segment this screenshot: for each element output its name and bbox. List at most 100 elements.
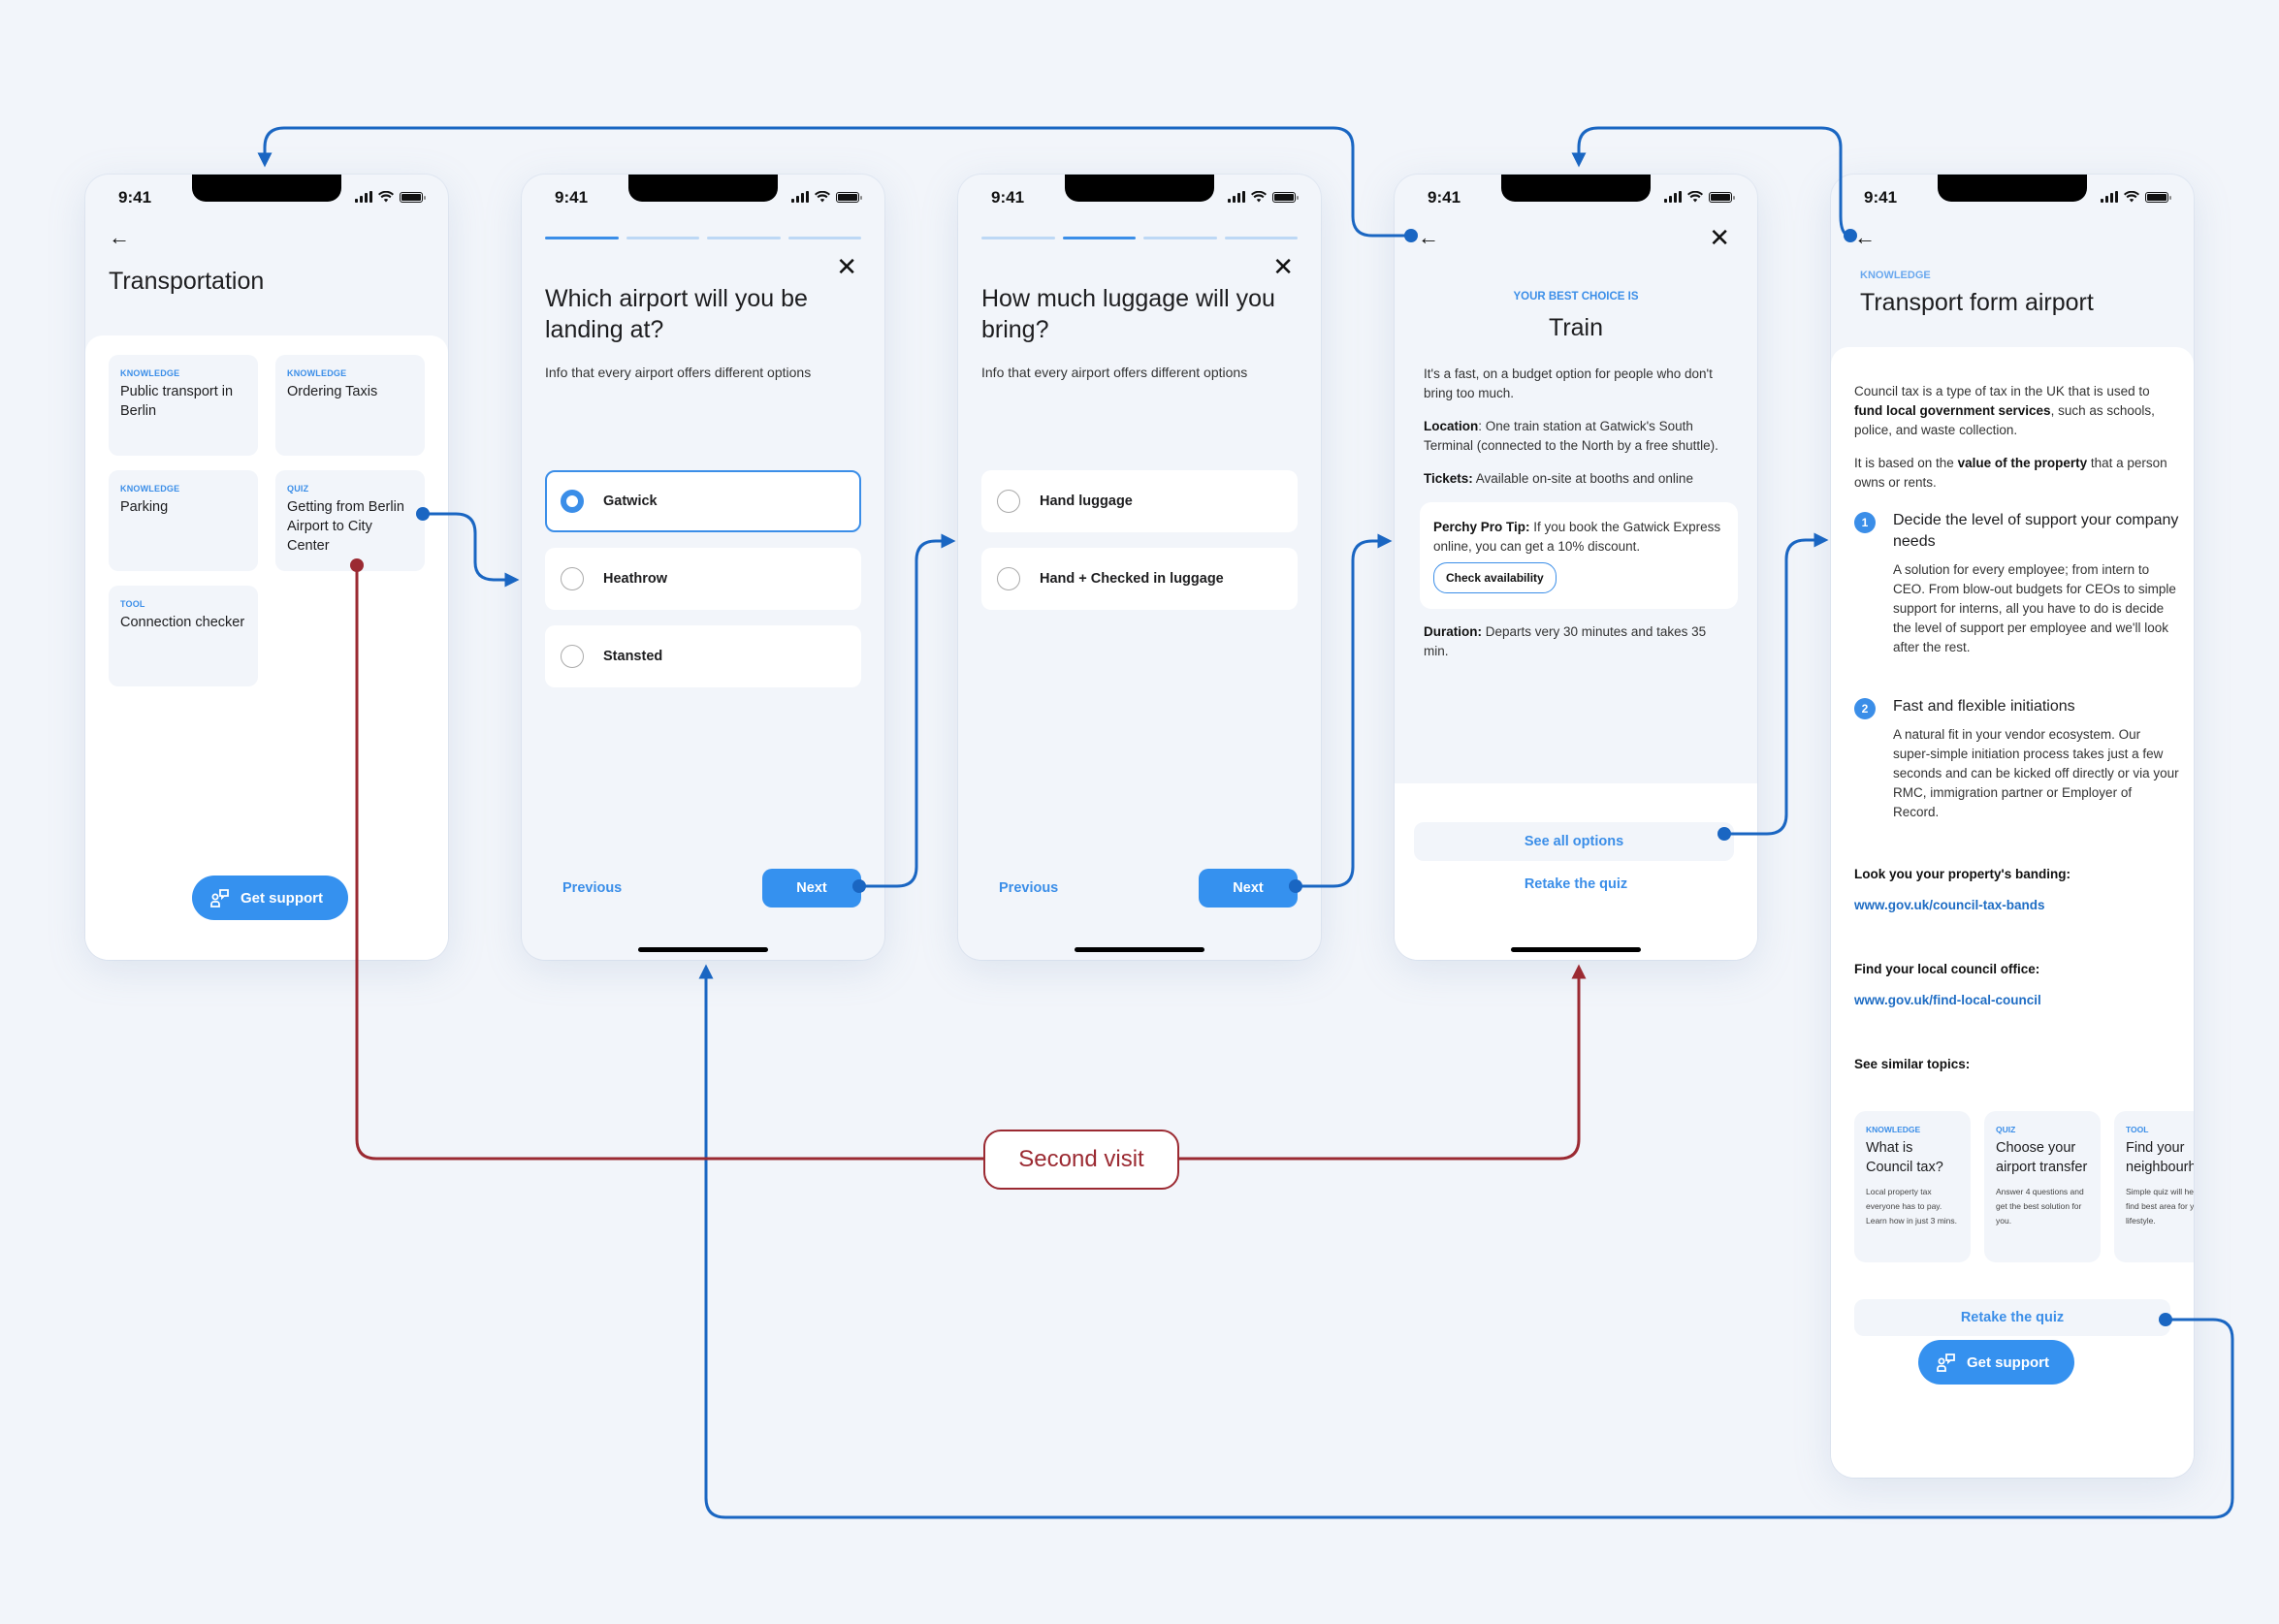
topic-desc: Simple quiz will help you find best area…	[2126, 1187, 2194, 1226]
option-hand-checked[interactable]: Hand + Checked in luggage	[981, 548, 1298, 610]
tile-title: Connection checker	[120, 615, 245, 630]
home-indicator	[638, 947, 768, 952]
similar-topics-carousel[interactable]: KNOWLEDGE What is Council tax? Local pro…	[1854, 1111, 2194, 1262]
step-item: 1 Decide the level of support your compa…	[1854, 510, 2180, 657]
topic-card[interactable]: TOOL Find your neighbourhood Simple quiz…	[2114, 1111, 2194, 1262]
signal-icon	[791, 191, 809, 203]
topic-card[interactable]: KNOWLEDGE What is Council tax? Local pro…	[1854, 1111, 1971, 1262]
status-time: 9:41	[991, 188, 1025, 207]
topic-tag: KNOWLEDGE	[1866, 1125, 1921, 1134]
option-label: Hand + Checked in luggage	[1040, 571, 1224, 587]
status-icons	[355, 191, 426, 203]
topic-tag: TOOL	[2126, 1125, 2149, 1134]
signal-icon	[355, 191, 372, 203]
battery-icon	[1272, 191, 1299, 203]
option-label: Heathrow	[603, 571, 668, 587]
article-body: Council tax is a type of tax in the UK t…	[1854, 382, 2180, 1074]
see-all-options-button[interactable]: See all options	[1414, 822, 1734, 861]
result-footer: See all options Retake the quiz	[1395, 783, 1757, 960]
topic-title: Choose your airport transfer	[1996, 1140, 2088, 1175]
progress-segment	[1224, 237, 1298, 239]
get-support-label: Get support	[241, 889, 323, 907]
tile-airport-quiz[interactable]: QUIZ Getting from Berlin Airport to City…	[275, 470, 425, 571]
radio[interactable]	[997, 567, 1020, 590]
option-stansted[interactable]: Stansted	[545, 625, 861, 687]
option-heathrow[interactable]: Heathrow	[545, 548, 861, 610]
council-label: Find your local council office:	[1854, 962, 2040, 976]
question-subtitle: Info that every airport offers different…	[981, 365, 1248, 380]
notch	[1938, 175, 2087, 202]
pro-tip-text: Perchy Pro Tip: If you book the Gatwick …	[1433, 518, 1724, 557]
retake-quiz-button[interactable]: Retake the quiz	[1854, 1299, 2170, 1336]
status-icons	[1664, 191, 1735, 203]
tile-title: Ordering Taxis	[287, 384, 378, 399]
status-icons	[1228, 191, 1299, 203]
battery-icon	[400, 191, 426, 203]
result-eyebrow: YOUR BEST CHOICE IS	[1513, 291, 1639, 303]
close-icon[interactable]: ✕	[836, 254, 857, 279]
location-label: Location	[1424, 419, 1479, 433]
next-button[interactable]: Next	[762, 869, 861, 908]
radio[interactable]	[561, 645, 584, 668]
flow-second-visit-right	[1179, 964, 1587, 1161]
tile-title: Parking	[120, 499, 169, 515]
result-intro: It's a fast, on a budget option for peop…	[1424, 366, 1713, 400]
page-title: Transportation	[109, 268, 265, 295]
topics-panel: KNOWLEDGE Public transport in Berlin KNO…	[85, 335, 448, 960]
result-location: Location: One train station at Gatwick's…	[1424, 417, 1734, 456]
get-support-button[interactable]: Get support	[192, 876, 348, 920]
close-icon[interactable]: ✕	[1272, 254, 1294, 279]
wifi-icon	[1687, 191, 1703, 203]
wifi-icon	[2124, 191, 2139, 203]
banding-link[interactable]: www.gov.uk/council-tax-bands	[1854, 896, 2180, 915]
pro-tip-label: Perchy Pro Tip:	[1433, 520, 1530, 534]
home-indicator	[1511, 947, 1641, 952]
status-time: 9:41	[1428, 188, 1461, 207]
signal-icon	[1228, 191, 1245, 203]
topic-tag: QUIZ	[1996, 1125, 2016, 1134]
article-panel: Council tax is a type of tax in the UK t…	[1831, 347, 2194, 1478]
previous-button[interactable]: Previous	[562, 880, 622, 896]
notch	[1501, 175, 1651, 202]
status-icons	[2101, 191, 2171, 203]
article-eyebrow: KNOWLEDGE	[1860, 270, 1931, 281]
article-title: Transport form airport	[1860, 289, 2094, 316]
step-number: 1	[1854, 512, 1876, 533]
step-body: A natural fit in your vendor ecosystem. …	[1893, 727, 2179, 819]
tile-parking[interactable]: KNOWLEDGE Parking	[109, 470, 258, 571]
retake-quiz-link[interactable]: Retake the quiz	[1395, 876, 1757, 892]
tile-title: Getting from Berlin Airport to City Cent…	[287, 499, 404, 554]
radio-selected[interactable]	[561, 490, 584, 513]
radio[interactable]	[561, 567, 584, 590]
option-hand-luggage[interactable]: Hand luggage	[981, 470, 1298, 532]
tile-ordering-taxis[interactable]: KNOWLEDGE Ordering Taxis	[275, 355, 425, 456]
step-title: Decide the level of support your company…	[1893, 512, 2179, 550]
option-gatwick[interactable]: Gatwick	[545, 470, 861, 532]
previous-button[interactable]: Previous	[999, 880, 1058, 896]
back-arrow-icon[interactable]: ←	[1854, 225, 1876, 250]
question-title: Which airport will you be landing at?	[545, 285, 808, 343]
result-title: Train	[1548, 314, 1604, 341]
back-arrow-icon[interactable]: ←	[109, 225, 130, 250]
option-label: Gatwick	[603, 494, 658, 509]
similar-topics-label: See similar topics:	[1854, 1057, 1971, 1071]
tile-public-transport[interactable]: KNOWLEDGE Public transport in Berlin	[109, 355, 258, 456]
tile-tag: QUIZ	[287, 484, 309, 494]
topic-card[interactable]: QUIZ Choose your airport transfer Answer…	[1984, 1111, 2101, 1262]
council-link[interactable]: www.gov.uk/find-local-council	[1854, 991, 2180, 1010]
quiz-progress	[981, 237, 1298, 239]
tile-tag: KNOWLEDGE	[120, 484, 180, 494]
status-icons	[791, 191, 862, 203]
battery-icon	[1709, 191, 1735, 203]
wifi-icon	[1251, 191, 1267, 203]
notch	[192, 175, 341, 202]
close-icon[interactable]: ✕	[1709, 225, 1730, 250]
tile-connection-checker[interactable]: TOOL Connection checker	[109, 586, 258, 686]
check-availability-button[interactable]: Check availability	[1433, 562, 1557, 593]
screen-transportation: 9:41 ← Transportation KNOWLEDGE Public t…	[85, 175, 448, 960]
radio[interactable]	[997, 490, 1020, 513]
back-arrow-icon[interactable]: ←	[1418, 225, 1439, 250]
get-support-button[interactable]: Get support	[1918, 1340, 2074, 1385]
next-button[interactable]: Next	[1199, 869, 1298, 908]
topic-title: What is Council tax?	[1866, 1140, 1943, 1175]
